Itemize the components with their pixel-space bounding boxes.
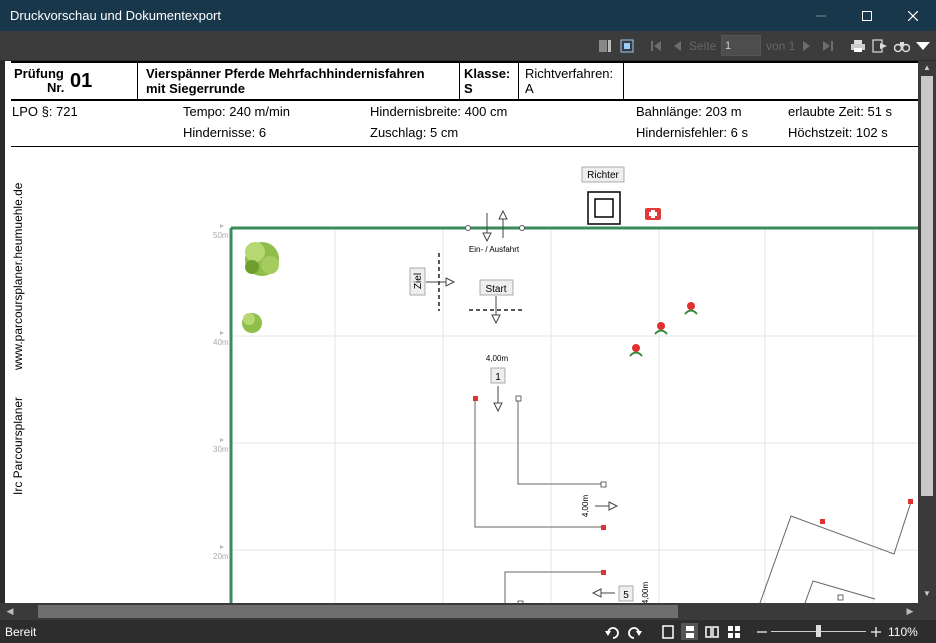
obstacle-5-label: 5 [623,590,629,601]
two-pages-icon [704,625,719,638]
flower-icon [629,344,643,357]
previous-page-icon [674,40,681,51]
obstacle-flag-red [473,396,478,401]
export-icon [872,38,887,53]
obstacle-5 [504,571,604,603]
fit-page-button[interactable] [619,37,635,54]
printer-icon [851,39,865,52]
maximize-icon [862,10,872,21]
export-button[interactable] [871,37,889,54]
grid-pages-icon [727,625,740,638]
first-page-icon [651,40,661,51]
chevron-down-icon [916,41,930,50]
course-plan: 50m 40m 30m 20m Richter Ein- / Ausfahrt … [213,166,918,603]
first-page-button[interactable] [648,37,664,54]
y-label-30: 30m [213,445,229,454]
vertical-scroll-thumb[interactable] [921,76,933,496]
close-button[interactable] [890,0,936,31]
rotate-left-icon [604,626,619,639]
page-count-label: von 1 [766,39,796,53]
minus-icon [756,630,767,633]
y-label-20: 20m [213,552,229,561]
zoom-slider-thumb[interactable] [816,625,821,637]
more-options-button[interactable] [914,37,932,54]
flower-icon [654,322,668,335]
start-label: Start [485,284,506,295]
rotate-right-icon [627,626,642,639]
page-layout-icon [599,39,611,52]
obstacle-flag-white [600,481,607,488]
continuous-mode-button[interactable] [681,623,698,640]
first-aid-icon [645,208,661,220]
obstacle-flag-red [601,570,606,575]
plus-icon [870,626,881,637]
binoculars-icon [894,41,910,52]
title-bar: Druckvorschau und Dokumentexport [0,0,936,31]
maximize-button[interactable] [844,0,890,31]
scroll-left-icon[interactable]: ◀ [3,604,17,618]
window-title: Druckvorschau und Dokumentexport [10,8,221,23]
continuous-pages-icon [685,625,694,638]
fit-page-icon [620,39,634,52]
page-label: Seite [689,39,717,53]
rotate-right-button[interactable] [626,623,643,640]
obstacle-flag-red [601,525,606,530]
y-label-40: 40m [213,338,229,347]
toolbar: Seite von 1 [0,31,936,60]
obstacle-1-label: 1 [495,372,501,383]
print-button[interactable] [849,37,867,54]
zoom-level: 110% [888,625,918,639]
print-preview-page: Prüfung Nr. 01 Vierspänner Pferde Mehrfa… [5,61,918,603]
entry-exit-arrows [482,209,508,243]
minimize-icon [816,15,826,16]
single-page-view-button[interactable] [597,37,613,54]
obstacle-flag-white [515,395,522,402]
status-bar: Bereit 110% [0,620,936,643]
rotate-left-button[interactable] [603,623,620,640]
last-page-icon [823,40,833,51]
flower-icon [684,302,698,315]
bush-icon [242,313,262,333]
horizontal-scrollbar[interactable]: ◀ ▶ [0,603,936,620]
next-page-button[interactable] [798,37,814,54]
multi-page-mode-button[interactable] [725,623,742,640]
single-page-icon [661,624,674,639]
arena-border [229,226,918,603]
minimize-button[interactable] [798,0,844,31]
scroll-up-icon[interactable]: ▲ [921,63,933,75]
status-text: Bereit [5,625,37,639]
obstacle-distance-3: 4,00m [641,582,650,603]
last-page-button[interactable] [820,37,836,54]
y-label-50: 50m [213,231,229,240]
richter-label: Richter [587,170,619,181]
scroll-right-icon[interactable]: ▶ [903,604,917,618]
bush-icon [245,242,279,276]
zoom-out-button[interactable] [753,623,770,640]
close-icon [908,10,918,21]
obstacle-distance-2: 4,00m [581,495,590,518]
page-number-input[interactable] [721,35,761,56]
single-page-mode-button[interactable] [659,623,676,640]
previous-page-button[interactable] [670,37,686,54]
find-button[interactable] [893,37,911,54]
entry-exit-label: Ein- / Ausfahrt [469,245,520,254]
vertical-scrollbar[interactable]: ▲ ▼ [918,61,936,603]
two-page-mode-button[interactable] [703,623,720,640]
obstacle-1-distance: 4,00m [486,354,509,363]
finish-label: Ziel [413,273,424,289]
zoom-in-button[interactable] [867,623,884,640]
next-page-icon [803,40,810,51]
horizontal-scroll-thumb[interactable] [38,605,678,618]
scroll-down-icon[interactable]: ▼ [921,589,933,601]
